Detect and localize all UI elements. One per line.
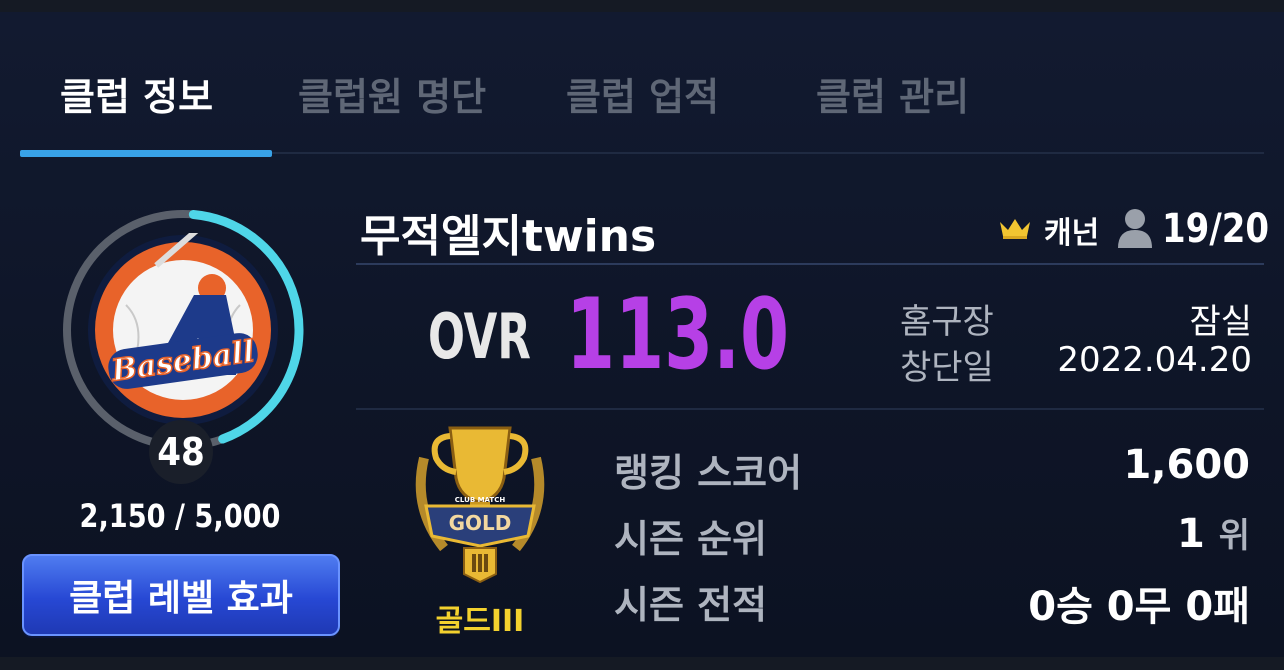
home-stadium-label: 홈구장 bbox=[900, 302, 994, 342]
season-rank-unit: 위 bbox=[1218, 516, 1250, 556]
tier-label: 골드III bbox=[435, 604, 525, 639]
stats-divider bbox=[356, 408, 1264, 410]
member-icon bbox=[1116, 206, 1154, 254]
tab-club-achievements[interactable]: 클럽 업적 bbox=[566, 66, 719, 121]
season-rank-label: 시즌 순위 bbox=[614, 517, 768, 561]
baseball-emblem-icon: Baseball bbox=[86, 233, 280, 427]
tab-club-info[interactable]: 클럽 정보 bbox=[60, 66, 213, 121]
season-record-label: 시즌 전적 bbox=[614, 583, 768, 627]
club-exp-text: 2,150 / 5,000 bbox=[79, 497, 281, 535]
member-count: 19/20 bbox=[1162, 206, 1270, 252]
top-bar bbox=[0, 0, 1284, 12]
season-record-value: 0승 0무 0패 bbox=[1028, 584, 1250, 630]
ranking-score-label: 랭킹 스코어 bbox=[614, 451, 803, 495]
club-level-ring: Baseball bbox=[58, 205, 308, 455]
active-tab-indicator bbox=[20, 150, 272, 157]
home-stadium-value: 잠실 bbox=[1189, 302, 1252, 342]
tab-club-management[interactable]: 클럽 관리 bbox=[816, 66, 969, 121]
trophy-title: GOLD bbox=[449, 511, 512, 535]
gold-trophy-icon: CLUB MATCH GOLD bbox=[404, 418, 556, 588]
club-captain-name: 캐넌 bbox=[1044, 216, 1100, 251]
season-rank-value: 1 위 bbox=[1177, 508, 1250, 557]
ranking-score-value: 1,600 bbox=[1123, 442, 1250, 488]
tab-bar: 클럽 정보 클럽원 명단 클럽 업적 클럽 관리 bbox=[20, 56, 1264, 160]
ovr-label: OVR bbox=[428, 300, 531, 373]
bottom-bar bbox=[0, 657, 1284, 670]
club-name: 무적엘지twins bbox=[360, 211, 657, 262]
founded-date-label: 창단일 bbox=[900, 348, 994, 388]
founded-date-value: 2022.04.20 bbox=[1057, 340, 1252, 380]
crown-icon bbox=[998, 216, 1032, 244]
tab-club-members[interactable]: 클럽원 명단 bbox=[298, 66, 486, 121]
ovr-value: 113.0 bbox=[566, 278, 790, 392]
club-level-badge: 48 bbox=[149, 420, 213, 484]
season-rank-number: 1 bbox=[1176, 511, 1205, 557]
club-level-effect-button[interactable]: 클럽 레벨 효과 bbox=[22, 554, 340, 636]
header-divider bbox=[356, 263, 1264, 265]
trophy-subtitle: CLUB MATCH bbox=[455, 496, 506, 504]
